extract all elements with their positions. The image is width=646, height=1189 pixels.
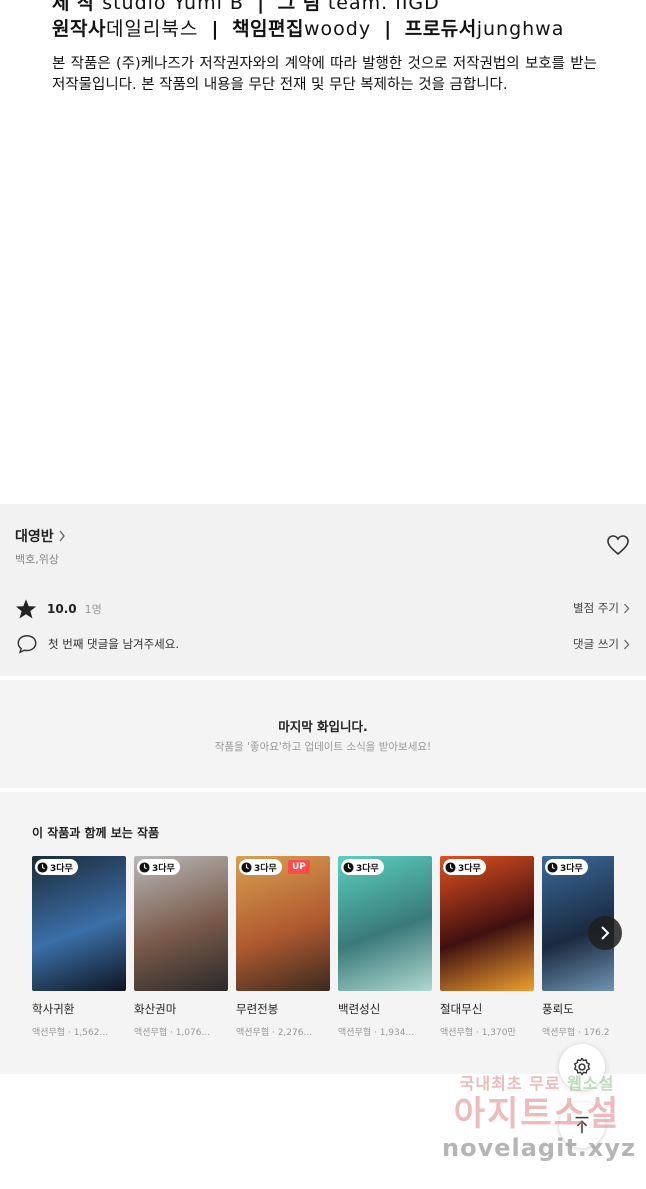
- last-episode-notice: 마지막 화입니다. 작품을 '좋아요'하고 업데이트 소식을 받아보세요!: [0, 680, 646, 788]
- card-title: 화산권마: [134, 1002, 177, 1016]
- scroll-top-button[interactable]: [559, 1102, 605, 1148]
- settings-button[interactable]: [559, 1044, 605, 1090]
- card-meta: 액션무협 · 176.2: [542, 1028, 610, 1038]
- card-meta: 액션무협 · 1,076...: [134, 1028, 211, 1038]
- recommendation-card[interactable]: 3다무학사귀환액션무협 · 1,562...: [32, 856, 126, 1038]
- badge-label: 3다무: [152, 863, 175, 874]
- recommendations-carousel: 3다무 학사귀환 액션무협 · 1,562... 3다무 화산권마 액션무협 · 1,07…: [32, 856, 614, 1046]
- comment-bubble-icon: [17, 635, 37, 654]
- credit-line-1: 제 작 studio Yumi B | 그 림 team. IIGD: [52, 0, 597, 16]
- genre-tags: 백호,위상: [15, 553, 59, 566]
- heart-icon[interactable]: [606, 534, 630, 556]
- cover-image: 3다무: [338, 856, 432, 991]
- card-meta: 액션무협 · 1,562...: [32, 1028, 109, 1038]
- star-icon: [15, 599, 37, 619]
- author-name: 대영반: [15, 529, 54, 545]
- credit-value-original: 데일리북스: [105, 18, 199, 40]
- credit-label-editor: 책임편집: [232, 18, 304, 40]
- chevron-right-icon: [624, 639, 630, 649]
- credit-value-editor: woody: [303, 18, 372, 40]
- chevron-right-icon: [624, 603, 630, 613]
- author-link[interactable]: 대영반: [15, 526, 66, 546]
- recommendations-title: 이 작품과 함께 보는 작품: [32, 826, 160, 840]
- credit-separator: |: [211, 18, 219, 40]
- wait-free-badge: 3다무: [443, 859, 486, 875]
- recommendation-card[interactable]: 3다무 UP 무련전봉액션무협 · 2,276...: [236, 856, 330, 1038]
- card-title: 무련전봉: [236, 1002, 279, 1016]
- credit-line-2: 원작사데일리북스 | 책임편집woody | 프로듀서junghwa: [52, 16, 597, 42]
- cover-image: 3다무: [134, 856, 228, 991]
- write-comment-label: 댓글 쓰기: [573, 637, 619, 651]
- clock-icon: [445, 861, 456, 873]
- card-title: 백련성신: [338, 1002, 381, 1016]
- card-meta: 액션무협 · 2,276...: [236, 1028, 313, 1038]
- badge-label: 3다무: [356, 863, 379, 874]
- cover-image: 3다무: [32, 856, 126, 991]
- credit-separator: |: [257, 0, 265, 14]
- card-title: 학사귀환: [32, 1002, 75, 1016]
- badge-label: 3다무: [458, 863, 481, 874]
- recommendations-section: 이 작품과 함께 보는 작품 3다무 학사귀환 액션무협 · 1,562... 3다무…: [0, 792, 646, 1074]
- gear-icon: [573, 1057, 591, 1076]
- badge-label: 3다무: [254, 863, 277, 874]
- last-episode-title: 마지막 화입니다.: [278, 719, 368, 734]
- badge-label: 3다무: [560, 863, 583, 874]
- wait-free-badge: 3다무: [545, 859, 588, 875]
- rate-button-label: 별점 주기: [573, 601, 619, 615]
- rating-summary: 10.0 1명: [15, 598, 102, 620]
- credit-label-production: 제 작: [52, 0, 96, 14]
- badge-label: 3다무: [50, 863, 73, 874]
- chevron-right-icon: [59, 530, 65, 542]
- cover-image: 3다무: [440, 856, 534, 991]
- update-badge: UP: [288, 860, 310, 874]
- work-info-panel: 대영반 백호,위상 10.0 1명 별점 주기 첫 번째 댓글을 남겨주세요. …: [0, 504, 646, 676]
- comment-prompt[interactable]: 첫 번째 댓글을 남겨주세요.: [16, 633, 179, 655]
- comment-prompt-text: 첫 번째 댓글을 남겨주세요.: [48, 637, 180, 651]
- arrow-up-icon: [575, 1116, 589, 1134]
- credit-separator: |: [384, 18, 392, 40]
- clock-icon: [241, 861, 252, 873]
- watermark-line3: novelagit.xyz: [442, 1134, 637, 1162]
- card-title: 풍뢰도: [542, 1002, 574, 1016]
- watermark-line1: 국내최초 무료: [459, 1074, 561, 1093]
- wait-free-badge: 3다무: [35, 859, 78, 875]
- last-episode-subtitle: 작품을 '좋아요'하고 업데이트 소식을 받아보세요!: [214, 741, 432, 753]
- write-comment-button[interactable]: 댓글 쓰기: [573, 636, 630, 652]
- wait-free-badge: 3다무: [341, 859, 384, 875]
- card-meta: 액션무협 · 1,934...: [338, 1028, 415, 1038]
- rate-button[interactable]: 별점 주기: [573, 600, 630, 616]
- card-meta: 액션무협 · 1,370만: [440, 1028, 516, 1038]
- clock-icon: [343, 861, 354, 873]
- recommendation-card[interactable]: 3다무화산권마액션무협 · 1,076...: [134, 856, 228, 1038]
- wait-free-badge: 3다무: [239, 859, 282, 875]
- credit-value-producer: junghwa: [476, 18, 565, 40]
- credit-label-producer: 프로듀서: [404, 18, 477, 40]
- rating-count: 1명: [84, 603, 102, 616]
- credit-value-art: team. IIGD: [327, 0, 440, 14]
- credit-label-art: 그 림: [277, 0, 321, 14]
- clock-icon: [547, 861, 558, 873]
- recommendation-card[interactable]: 3다무절대무신액션무협 · 1,370만: [440, 856, 534, 1038]
- credits-block: 제 작 studio Yumi B | 그 림 team. IIGD 원작사데일…: [52, 0, 597, 42]
- clock-icon: [37, 861, 48, 873]
- cover-image: 3다무 UP: [236, 856, 330, 991]
- carousel-next-button[interactable]: [588, 916, 622, 950]
- clock-icon: [139, 861, 150, 873]
- chevron-right-icon: [601, 926, 610, 940]
- card-title: 절대무신: [440, 1002, 483, 1016]
- credit-value-production: studio Yumi B: [102, 0, 244, 14]
- credit-label-original: 원작사: [52, 18, 106, 40]
- copyright-notice: 본 작품은 (주)케나즈가 저작권자와의 계약에 따라 발행한 것으로 저작권법…: [52, 56, 597, 93]
- rating-score: 10.0: [47, 602, 77, 616]
- wait-free-badge: 3다무: [137, 859, 180, 875]
- recommendation-card[interactable]: 3다무백련성신액션무협 · 1,934...: [338, 856, 432, 1038]
